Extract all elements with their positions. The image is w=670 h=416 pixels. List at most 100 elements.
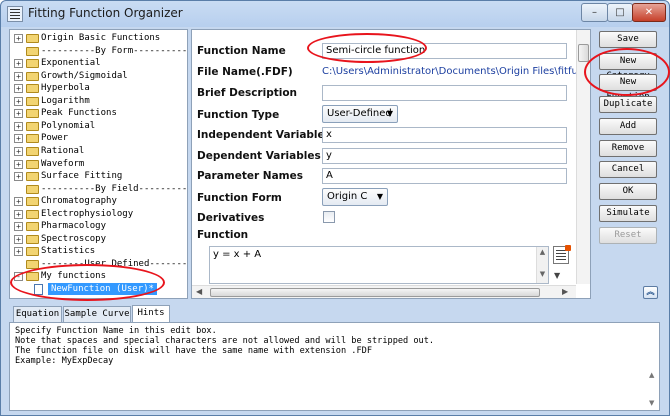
parameter-names-input[interactable]: A xyxy=(322,168,567,184)
scroll-thumb[interactable] xyxy=(210,288,540,297)
hints-scrollbar[interactable]: ▲ ▼ xyxy=(648,323,659,410)
expand-node-icon[interactable]: + xyxy=(14,96,23,106)
folder-icon xyxy=(26,222,39,232)
expand-node-icon[interactable]: + xyxy=(14,159,23,169)
tree-item-category[interactable]: + Exponential xyxy=(10,57,187,70)
function-form-label: Function Form xyxy=(197,192,282,204)
cancel-button[interactable]: Cancel xyxy=(599,161,657,178)
function-name-input[interactable]: Semi-circle function xyxy=(322,43,567,59)
window-title: Fitting Function Organizer xyxy=(28,6,183,20)
expand-node-icon[interactable]: + xyxy=(14,172,23,182)
tree-item-category[interactable]: + Origin Basic Functions xyxy=(10,32,187,45)
folder-icon xyxy=(26,34,39,43)
function-details-panel: Function Name Semi-circle function File … xyxy=(191,29,591,299)
function-type-label: Function Type xyxy=(197,109,280,121)
tree-item-label: Exponential xyxy=(41,58,101,69)
folder-icon xyxy=(26,184,39,194)
expand-node-icon[interactable]: + xyxy=(14,71,23,81)
brief-description-input[interactable] xyxy=(322,85,567,101)
independent-variables-input[interactable]: x xyxy=(322,127,567,143)
derivatives-checkbox[interactable] xyxy=(323,211,335,223)
tree-item-label: Electrophysiology xyxy=(41,208,134,219)
expand-node-icon[interactable]: + xyxy=(14,197,23,207)
tree-item-category[interactable]: + Growth/Sigmoidal xyxy=(10,70,187,83)
tree-item-category[interactable]: + Chromatography xyxy=(10,195,187,208)
expand-node-icon[interactable]: + xyxy=(14,247,23,257)
expand-node-icon[interactable]: + xyxy=(14,109,23,119)
scroll-left-icon[interactable]: ◀ xyxy=(196,287,202,296)
ok-button[interactable]: OK xyxy=(599,183,657,200)
save-button[interactable]: Save xyxy=(599,31,657,48)
new-category-button[interactable]: New Category xyxy=(599,53,657,81)
reset-button[interactable]: Reset xyxy=(599,227,657,244)
code-builder-icon[interactable] xyxy=(553,245,571,264)
tree-item-category[interactable]: + Peak Functions xyxy=(10,107,187,120)
tree-item-label: Pharmacology xyxy=(41,221,107,232)
scroll-up-icon[interactable]: ▲ xyxy=(649,371,654,379)
tree-item-category[interactable]: + Surface Fitting xyxy=(10,170,187,183)
tree-item-category[interactable]: --------User Defined------- xyxy=(10,258,187,271)
expand-node-icon[interactable]: + xyxy=(14,222,23,232)
tree-item-category[interactable]: + Waveform xyxy=(10,158,187,171)
dependent-variables-label: Dependent Variables xyxy=(197,150,321,162)
remove-button[interactable]: Remove xyxy=(599,140,657,157)
tree-item-category[interactable]: ----------By Form---------- xyxy=(10,45,187,58)
function-form-select[interactable]: Origin C ▼ xyxy=(322,188,388,206)
expand-node-icon[interactable]: + xyxy=(14,146,23,156)
function-body-editor[interactable]: y = x + A ▲ ▼ xyxy=(209,246,549,284)
folder-icon xyxy=(26,197,39,207)
tree-item-category[interactable]: + Statistics xyxy=(10,245,187,258)
close-button[interactable]: ✕ xyxy=(632,3,666,22)
form-vertical-scrollbar[interactable] xyxy=(576,30,590,284)
tree-item-function[interactable]: NewFunction (User)* xyxy=(10,283,187,296)
tree-item-category[interactable]: ----------By Field--------- xyxy=(10,183,187,196)
collapse-icon[interactable]: ︽ xyxy=(643,286,658,299)
scroll-right-icon[interactable]: ▶ xyxy=(562,287,568,296)
expand-node-icon[interactable]: + xyxy=(14,209,23,219)
maximize-button[interactable]: □ xyxy=(607,3,633,22)
minimize-button[interactable]: – xyxy=(581,3,608,22)
tree-item-label: ----------By Field--------- xyxy=(41,183,188,194)
tree-item-category[interactable]: + Polynomial xyxy=(10,120,187,133)
add-button[interactable]: Add xyxy=(599,118,657,135)
dropdown-arrow-icon[interactable]: ▼ xyxy=(554,271,560,280)
dependent-variables-input[interactable]: y xyxy=(322,148,567,164)
tree-item-category[interactable]: + Logarithm xyxy=(10,95,187,108)
tree-item-category[interactable]: + Spectroscopy xyxy=(10,233,187,246)
expand-node-icon[interactable]: + xyxy=(14,134,23,144)
editor-scrollbar[interactable]: ▲ ▼ xyxy=(536,247,548,283)
tree-item-category[interactable]: + Pharmacology xyxy=(10,220,187,233)
folder-icon xyxy=(26,159,39,169)
tree-item-category[interactable]: + Rational xyxy=(10,145,187,158)
folder-icon xyxy=(26,209,39,219)
title-bar[interactable]: Fitting Function Organizer – □ ✕ xyxy=(1,1,669,27)
function-tree[interactable]: + Origin Basic Functions ----------By Form… xyxy=(9,29,188,299)
tree-item-category[interactable]: - My functions xyxy=(10,270,187,283)
tab-sample-curve[interactable]: Sample Curve xyxy=(63,306,131,322)
collapse-node-icon[interactable]: - xyxy=(14,272,23,282)
tree-item-label: --------User Defined------- xyxy=(41,258,188,269)
expand-node-icon[interactable]: + xyxy=(14,59,23,69)
expand-node-icon[interactable]: + xyxy=(14,34,23,43)
folder-icon xyxy=(26,146,39,156)
chevron-down-icon: ▼ xyxy=(376,192,383,201)
tree-item-category[interactable]: + Power xyxy=(10,132,187,145)
form-horizontal-scrollbar[interactable]: ◀ ▶ xyxy=(192,285,576,298)
scroll-down-icon[interactable]: ▼ xyxy=(649,399,654,407)
scroll-thumb[interactable] xyxy=(578,44,589,62)
file-icon xyxy=(34,284,43,295)
expand-node-icon[interactable]: + xyxy=(14,121,23,131)
function-name-label: Function Name xyxy=(197,45,286,57)
tree-item-label: Surface Fitting xyxy=(41,171,123,182)
tree-item-category[interactable]: + Electrophysiology xyxy=(10,208,187,221)
tab-equation[interactable]: Equation xyxy=(13,306,62,322)
expand-node-icon[interactable]: + xyxy=(14,84,23,94)
tab-hints[interactable]: Hints xyxy=(132,305,170,322)
function-type-select[interactable]: User-Defined ▼ xyxy=(322,105,398,123)
expand-node-icon[interactable]: + xyxy=(14,234,23,244)
duplicate-button[interactable]: Duplicate xyxy=(599,96,657,113)
simulate-button[interactable]: Simulate xyxy=(599,205,657,222)
function-type-value: User-Defined xyxy=(327,108,392,119)
tree-item-category[interactable]: + Hyperbola xyxy=(10,82,187,95)
new-function-button[interactable]: New Function xyxy=(599,74,657,102)
